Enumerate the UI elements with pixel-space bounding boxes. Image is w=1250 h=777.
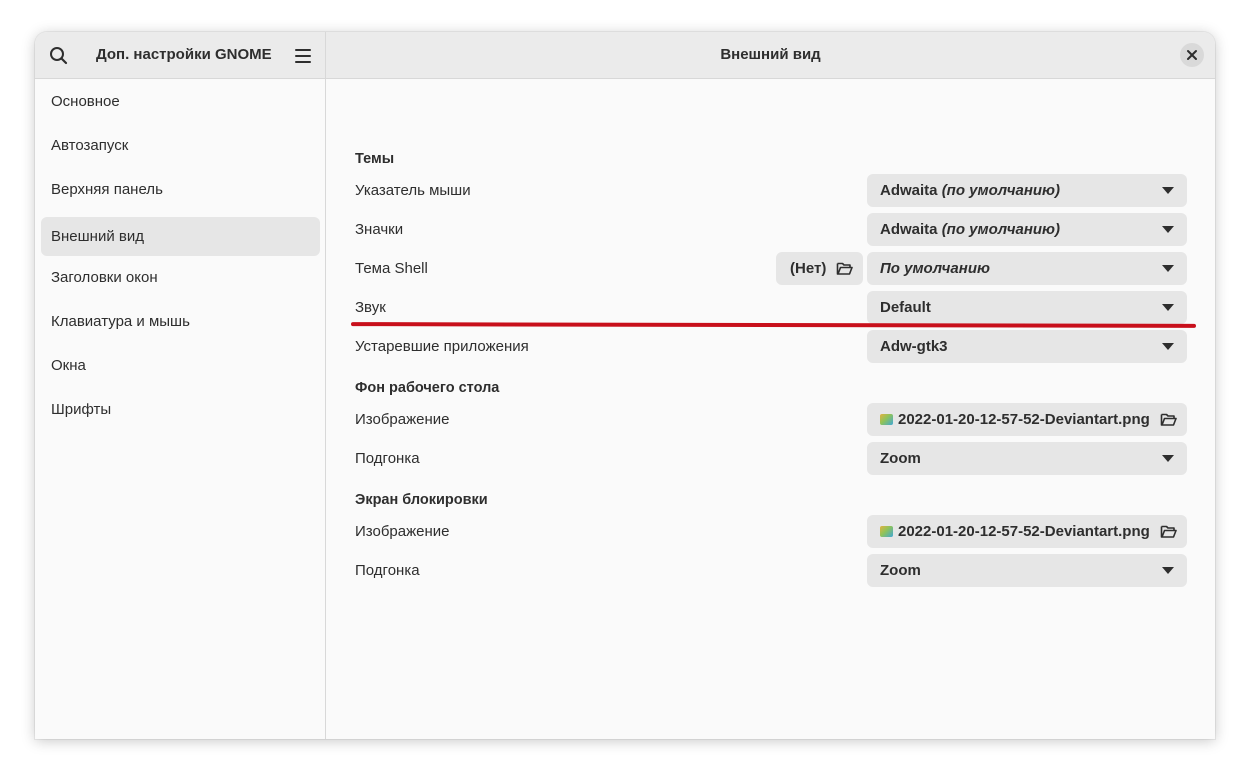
icon-theme-dropdown[interactable]: Adwaita (по умолчанию) <box>867 213 1187 246</box>
cursor-theme-label: Указатель мыши <box>355 182 471 199</box>
sidebar-item-windows[interactable]: Окна <box>41 346 320 385</box>
folder-open-icon <box>1160 413 1177 426</box>
sidebar-item-appearance[interactable]: Внешний вид <box>41 217 320 256</box>
lock-screen-adjustment-dropdown[interactable]: Zoom <box>867 554 1187 587</box>
background-adjustment-label: Подгонка <box>355 450 420 467</box>
sidebar-item-startup[interactable]: Автозапуск <box>41 126 320 165</box>
background-image-file-button[interactable]: 2022-01-20-12-57-52-Deviantart.png <box>867 403 1187 436</box>
content-header: Внешний вид <box>326 32 1215 79</box>
dropdown-arrow-icon <box>1162 304 1174 311</box>
page-title: Внешний вид <box>720 46 821 63</box>
background-section-title: Фон рабочего стола <box>355 380 500 396</box>
image-file-icon <box>880 526 893 537</box>
main-menu-button[interactable] <box>293 46 313 66</box>
cursor-theme-dropdown[interactable]: Adwaita (по умолчанию) <box>867 174 1187 207</box>
themes-section-title: Темы <box>355 151 395 167</box>
sidebar-item-general[interactable]: Основное <box>41 82 320 121</box>
sidebar-item-keyboard-mouse[interactable]: Клавиатура и мышь <box>41 302 320 341</box>
sidebar: Основное Автозапуск Верхняя панель Внешн… <box>35 79 326 739</box>
background-adjustment-value: Zoom <box>880 450 921 467</box>
sound-theme-label: Звук <box>355 299 386 316</box>
dropdown-arrow-icon <box>1162 187 1174 194</box>
lock-screen-section-title: Экран блокировки <box>355 492 488 508</box>
sidebar-header: Доп. настройки GNOME <box>35 32 326 79</box>
app-title: Доп. настройки GNOME <box>96 46 272 63</box>
shell-theme-label: Тема Shell <box>355 260 428 277</box>
lock-screen-image-file-button[interactable]: 2022-01-20-12-57-52-Deviantart.png <box>867 515 1187 548</box>
search-icon <box>50 47 68 65</box>
dropdown-arrow-icon <box>1162 226 1174 233</box>
legacy-apps-theme-value: Adw-gtk3 <box>880 338 948 355</box>
lock-screen-image-label: Изображение <box>355 523 450 540</box>
lock-screen-image-filename: 2022-01-20-12-57-52-Deviantart.png <box>898 523 1150 540</box>
legacy-apps-theme-label: Устаревшие приложения <box>355 338 529 355</box>
icon-theme-label: Значки <box>355 221 404 238</box>
legacy-apps-theme-dropdown[interactable]: Adw-gtk3 <box>867 330 1187 363</box>
folder-open-icon <box>1160 525 1177 538</box>
shell-theme-dropdown[interactable]: По умолчанию <box>867 252 1187 285</box>
close-button[interactable] <box>1180 43 1204 67</box>
background-image-filename: 2022-01-20-12-57-52-Deviantart.png <box>898 411 1150 428</box>
cursor-theme-value: Adwaita (по умолчанию) <box>880 182 1061 199</box>
sidebar-item-fonts[interactable]: Шрифты <box>41 390 320 429</box>
appearance-page: Темы Указатель мыши Adwaita (по умолчани… <box>326 79 1215 739</box>
dropdown-arrow-icon <box>1162 265 1174 272</box>
search-button[interactable] <box>47 44 71 68</box>
icon-theme-value: Adwaita (по умолчанию) <box>880 221 1061 238</box>
sidebar-item-window-titlebars[interactable]: Заголовки окон <box>41 258 320 297</box>
sound-theme-dropdown[interactable]: Default <box>867 291 1187 324</box>
image-file-icon <box>880 414 893 425</box>
shell-theme-value: По умолчанию <box>880 260 990 277</box>
dropdown-arrow-icon <box>1162 343 1174 350</box>
close-icon <box>1187 50 1197 60</box>
folder-open-icon <box>836 262 853 275</box>
shell-theme-file-button[interactable]: (Нет) <box>776 252 863 285</box>
background-adjustment-dropdown[interactable]: Zoom <box>867 442 1187 475</box>
dropdown-arrow-icon <box>1162 455 1174 462</box>
lock-screen-adjustment-value: Zoom <box>880 562 921 579</box>
shell-theme-file-label: (Нет) <box>790 260 827 277</box>
background-image-label: Изображение <box>355 411 450 428</box>
hamburger-menu-icon <box>295 49 311 63</box>
tweaks-window: Доп. настройки GNOME Внешний вид Основно… <box>35 32 1215 739</box>
lock-screen-adjustment-label: Подгонка <box>355 562 420 579</box>
sound-theme-value: Default <box>880 299 931 316</box>
sidebar-item-top-bar[interactable]: Верхняя панель <box>41 170 320 209</box>
dropdown-arrow-icon <box>1162 567 1174 574</box>
